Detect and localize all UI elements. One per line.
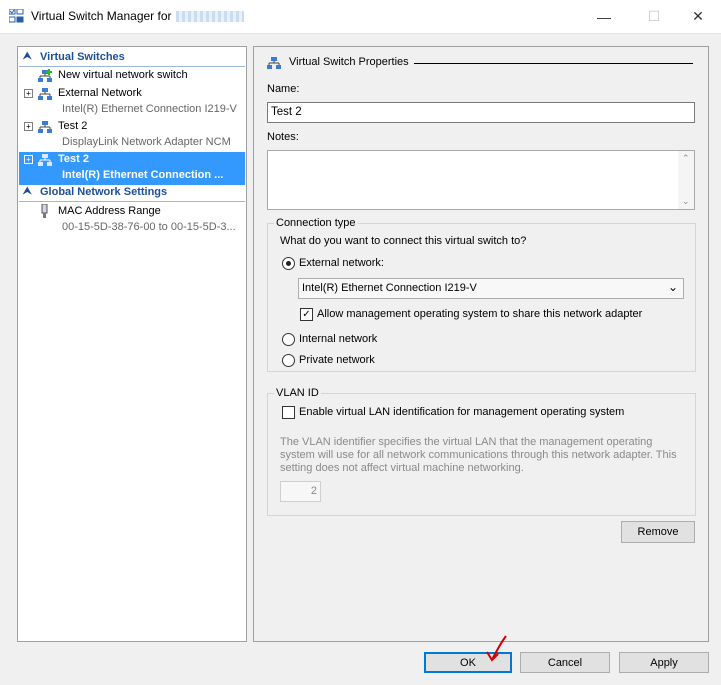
title-bar[interactable]: Virtual Switch Manager for — ☐ ✕ <box>0 0 721 34</box>
window-title: Virtual Switch Manager for <box>31 9 244 23</box>
annotation-arrow-icon <box>486 635 507 662</box>
enable-vlan-checkbox[interactable] <box>282 406 295 419</box>
notes-label: Notes: <box>267 131 299 143</box>
network-switch-icon <box>267 57 281 69</box>
virtual-switch-manager-icon <box>9 9 24 23</box>
expand-icon[interactable]: + <box>24 122 33 131</box>
network-switch-icon <box>38 154 52 166</box>
properties-title-divider <box>414 63 693 64</box>
redacted-host-name <box>175 11 244 23</box>
virtual-switches-header[interactable]: ⮝ Virtual Switches <box>19 50 245 67</box>
global-network-settings-header[interactable]: ⮝ Global Network Settings <box>19 185 245 202</box>
allow-management-checkbox[interactable]: ✓ <box>300 308 313 321</box>
vlan-id-value: 2 <box>310 485 317 497</box>
properties-title: Virtual Switch Properties <box>289 56 409 68</box>
internal-network-label: Internal network <box>299 333 378 345</box>
adapter-dropdown[interactable]: Intel(R) Ethernet Connection I219-V ⌄ <box>298 278 684 299</box>
expand-icon[interactable]: + <box>24 89 33 98</box>
collapse-chevron-icon[interactable]: ⮝ <box>23 186 32 197</box>
new-switch-icon <box>38 69 52 82</box>
external-network-radio[interactable] <box>282 257 295 270</box>
minimize-button[interactable]: — <box>581 0 627 33</box>
network-switch-icon <box>38 121 52 133</box>
connection-question: What do you want to connect this virtual… <box>280 235 527 247</box>
maximize-button[interactable]: ☐ <box>631 0 677 33</box>
tree-item-new-virtual-switch[interactable]: New virtual network switch <box>19 68 245 85</box>
chevron-down-icon: ⌄ <box>667 280 678 294</box>
vlan-id-field[interactable]: 2 <box>280 481 321 502</box>
vlan-legend: VLAN ID <box>274 387 321 399</box>
tree-item-external-network[interactable]: + External Network Intel(R) Ethernet Con… <box>19 86 245 119</box>
scroll-down-icon[interactable]: ⌄ <box>682 196 690 207</box>
private-network-label: Private network <box>299 354 375 366</box>
tree-item-test2-displaylink[interactable]: + Test 2 DisplayLink Network Adapter NCM <box>19 119 245 152</box>
enable-vlan-label: Enable virtual LAN identification for ma… <box>299 406 625 418</box>
adapter-dropdown-value: Intel(R) Ethernet Connection I219-V <box>302 282 477 294</box>
notes-field[interactable]: ⌃ ⌄ <box>267 150 695 210</box>
remove-button[interactable]: Remove <box>621 521 695 543</box>
name-field-value: Test 2 <box>271 106 302 118</box>
scroll-up-icon[interactable]: ⌃ <box>682 153 690 164</box>
internal-network-radio[interactable] <box>282 333 295 346</box>
external-network-label: External network: <box>299 257 384 269</box>
switch-properties-panel: Virtual Switch Properties Name: Test 2 N… <box>253 46 709 642</box>
network-switch-icon <box>38 88 52 100</box>
tree-item-test2-intel-selected[interactable]: + Test 2 Intel(R) Ethernet Connection ..… <box>19 152 245 185</box>
name-label: Name: <box>267 83 300 95</box>
switch-tree-panel[interactable]: ⮝ Virtual Switches New virtual network s… <box>17 46 247 642</box>
mac-address-icon <box>41 204 48 218</box>
tree-item-mac-address-range[interactable]: MAC Address Range 00-15-5D-38-76-00 to 0… <box>19 204 245 237</box>
name-field[interactable]: Test 2 <box>267 102 695 123</box>
collapse-chevron-icon[interactable]: ⮝ <box>23 51 32 62</box>
close-button[interactable]: ✕ <box>675 0 721 33</box>
apply-button[interactable]: Apply <box>619 652 709 673</box>
allow-management-label: Allow management operating system to sha… <box>317 308 643 320</box>
cancel-button[interactable]: Cancel <box>520 652 610 673</box>
notes-scrollbar[interactable]: ⌃ ⌄ <box>678 151 694 209</box>
vlan-description: The VLAN identifier specifies the virtua… <box>280 436 677 474</box>
private-network-radio[interactable] <box>282 354 295 367</box>
connection-type-legend: Connection type <box>274 217 358 229</box>
expand-icon[interactable]: + <box>24 155 33 164</box>
